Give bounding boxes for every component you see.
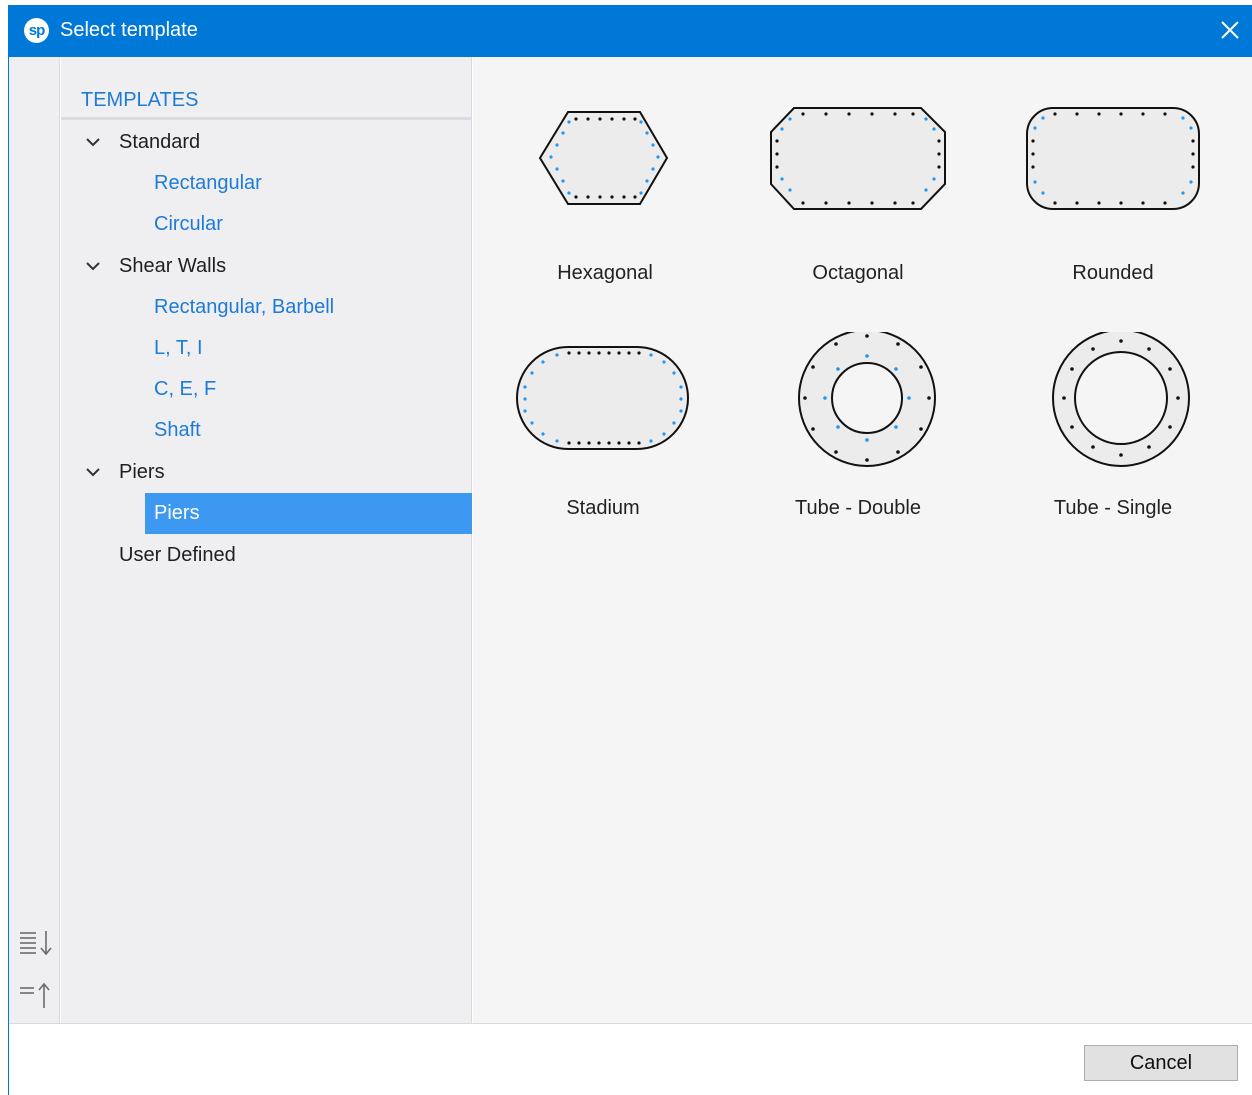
tree-item-rectangular[interactable]: Rectangular <box>145 163 472 204</box>
close-icon <box>1221 21 1239 39</box>
template-label: Rounded <box>1072 262 1154 284</box>
side-toolbar <box>9 57 60 1023</box>
collapse-all-button[interactable] <box>18 977 54 1011</box>
template-tree: TEMPLATES Standard Rectangular Circular … <box>61 57 472 1023</box>
collapse-all-icon <box>20 982 50 1008</box>
tree-group-standard[interactable]: Standard <box>61 122 472 163</box>
cancel-button[interactable]: Cancel <box>1084 1045 1238 1081</box>
template-gallery: Hexagonal Octagonal Rounded Stadium Tube… <box>473 57 1252 1023</box>
chevron-down-icon <box>86 262 100 271</box>
template-tile-hexagonal[interactable]: Hexagonal <box>485 97 725 317</box>
tree-item-shaft[interactable]: Shaft <box>145 410 472 451</box>
tree-item-piers-selected[interactable]: Piers <box>145 493 472 534</box>
close-button[interactable] <box>1213 13 1247 47</box>
tree-group-user-defined[interactable]: User Defined <box>61 535 472 576</box>
tree-item-circular[interactable]: Circular <box>145 204 472 245</box>
dialog-footer: Cancel <box>9 1023 1252 1095</box>
template-tile-rounded[interactable]: Rounded <box>993 97 1233 317</box>
template-tile-tube-double[interactable]: Tube - Double <box>738 332 978 552</box>
octagonal-section-icon <box>770 107 946 210</box>
expand-all-icon <box>20 931 52 956</box>
tree-header: TEMPLATES <box>81 89 199 111</box>
hexagonal-section-icon <box>538 111 669 205</box>
chevron-down-icon <box>86 138 100 147</box>
tube-double-section-icon <box>798 332 936 467</box>
rounded-section-icon <box>1026 107 1200 210</box>
dialog-title: Select template <box>60 19 198 41</box>
tree-group-shear-walls[interactable]: Shear Walls <box>61 246 472 287</box>
template-label: Tube - Double <box>795 497 921 519</box>
chevron-down-icon <box>86 468 100 477</box>
tube-single-section-icon <box>1052 332 1190 467</box>
template-tile-octagonal[interactable]: Octagonal <box>738 97 978 317</box>
template-label: Stadium <box>566 497 640 519</box>
template-tile-tube-single[interactable]: Tube - Single <box>993 332 1233 552</box>
template-label: Hexagonal <box>557 262 653 284</box>
title-bar: sp Select template <box>9 5 1252 57</box>
tree-item-rectangular-barbell[interactable]: Rectangular, Barbell <box>145 287 472 328</box>
tree-item-l-t-i[interactable]: L, T, I <box>145 328 472 369</box>
tree-item-c-e-f[interactable]: C, E, F <box>145 369 472 410</box>
tree-group-piers[interactable]: Piers <box>61 452 472 493</box>
template-label: Tube - Single <box>1053 497 1173 519</box>
tree-group-label: Standard <box>119 131 201 153</box>
tree-header-divider <box>61 117 472 120</box>
template-label: Octagonal <box>812 262 904 284</box>
tree-group-label: Shear Walls <box>119 255 227 277</box>
tree-group-label: Piers <box>119 461 165 483</box>
stadium-section-icon <box>516 346 689 450</box>
app-logo-icon: sp <box>24 18 49 43</box>
expand-all-button[interactable] <box>18 927 54 961</box>
template-tile-stadium[interactable]: Stadium <box>483 332 723 552</box>
select-template-dialog: sp Select template TEMPLATES Standard Re… <box>8 5 1252 1095</box>
tree-group-label: User Defined <box>119 544 236 566</box>
